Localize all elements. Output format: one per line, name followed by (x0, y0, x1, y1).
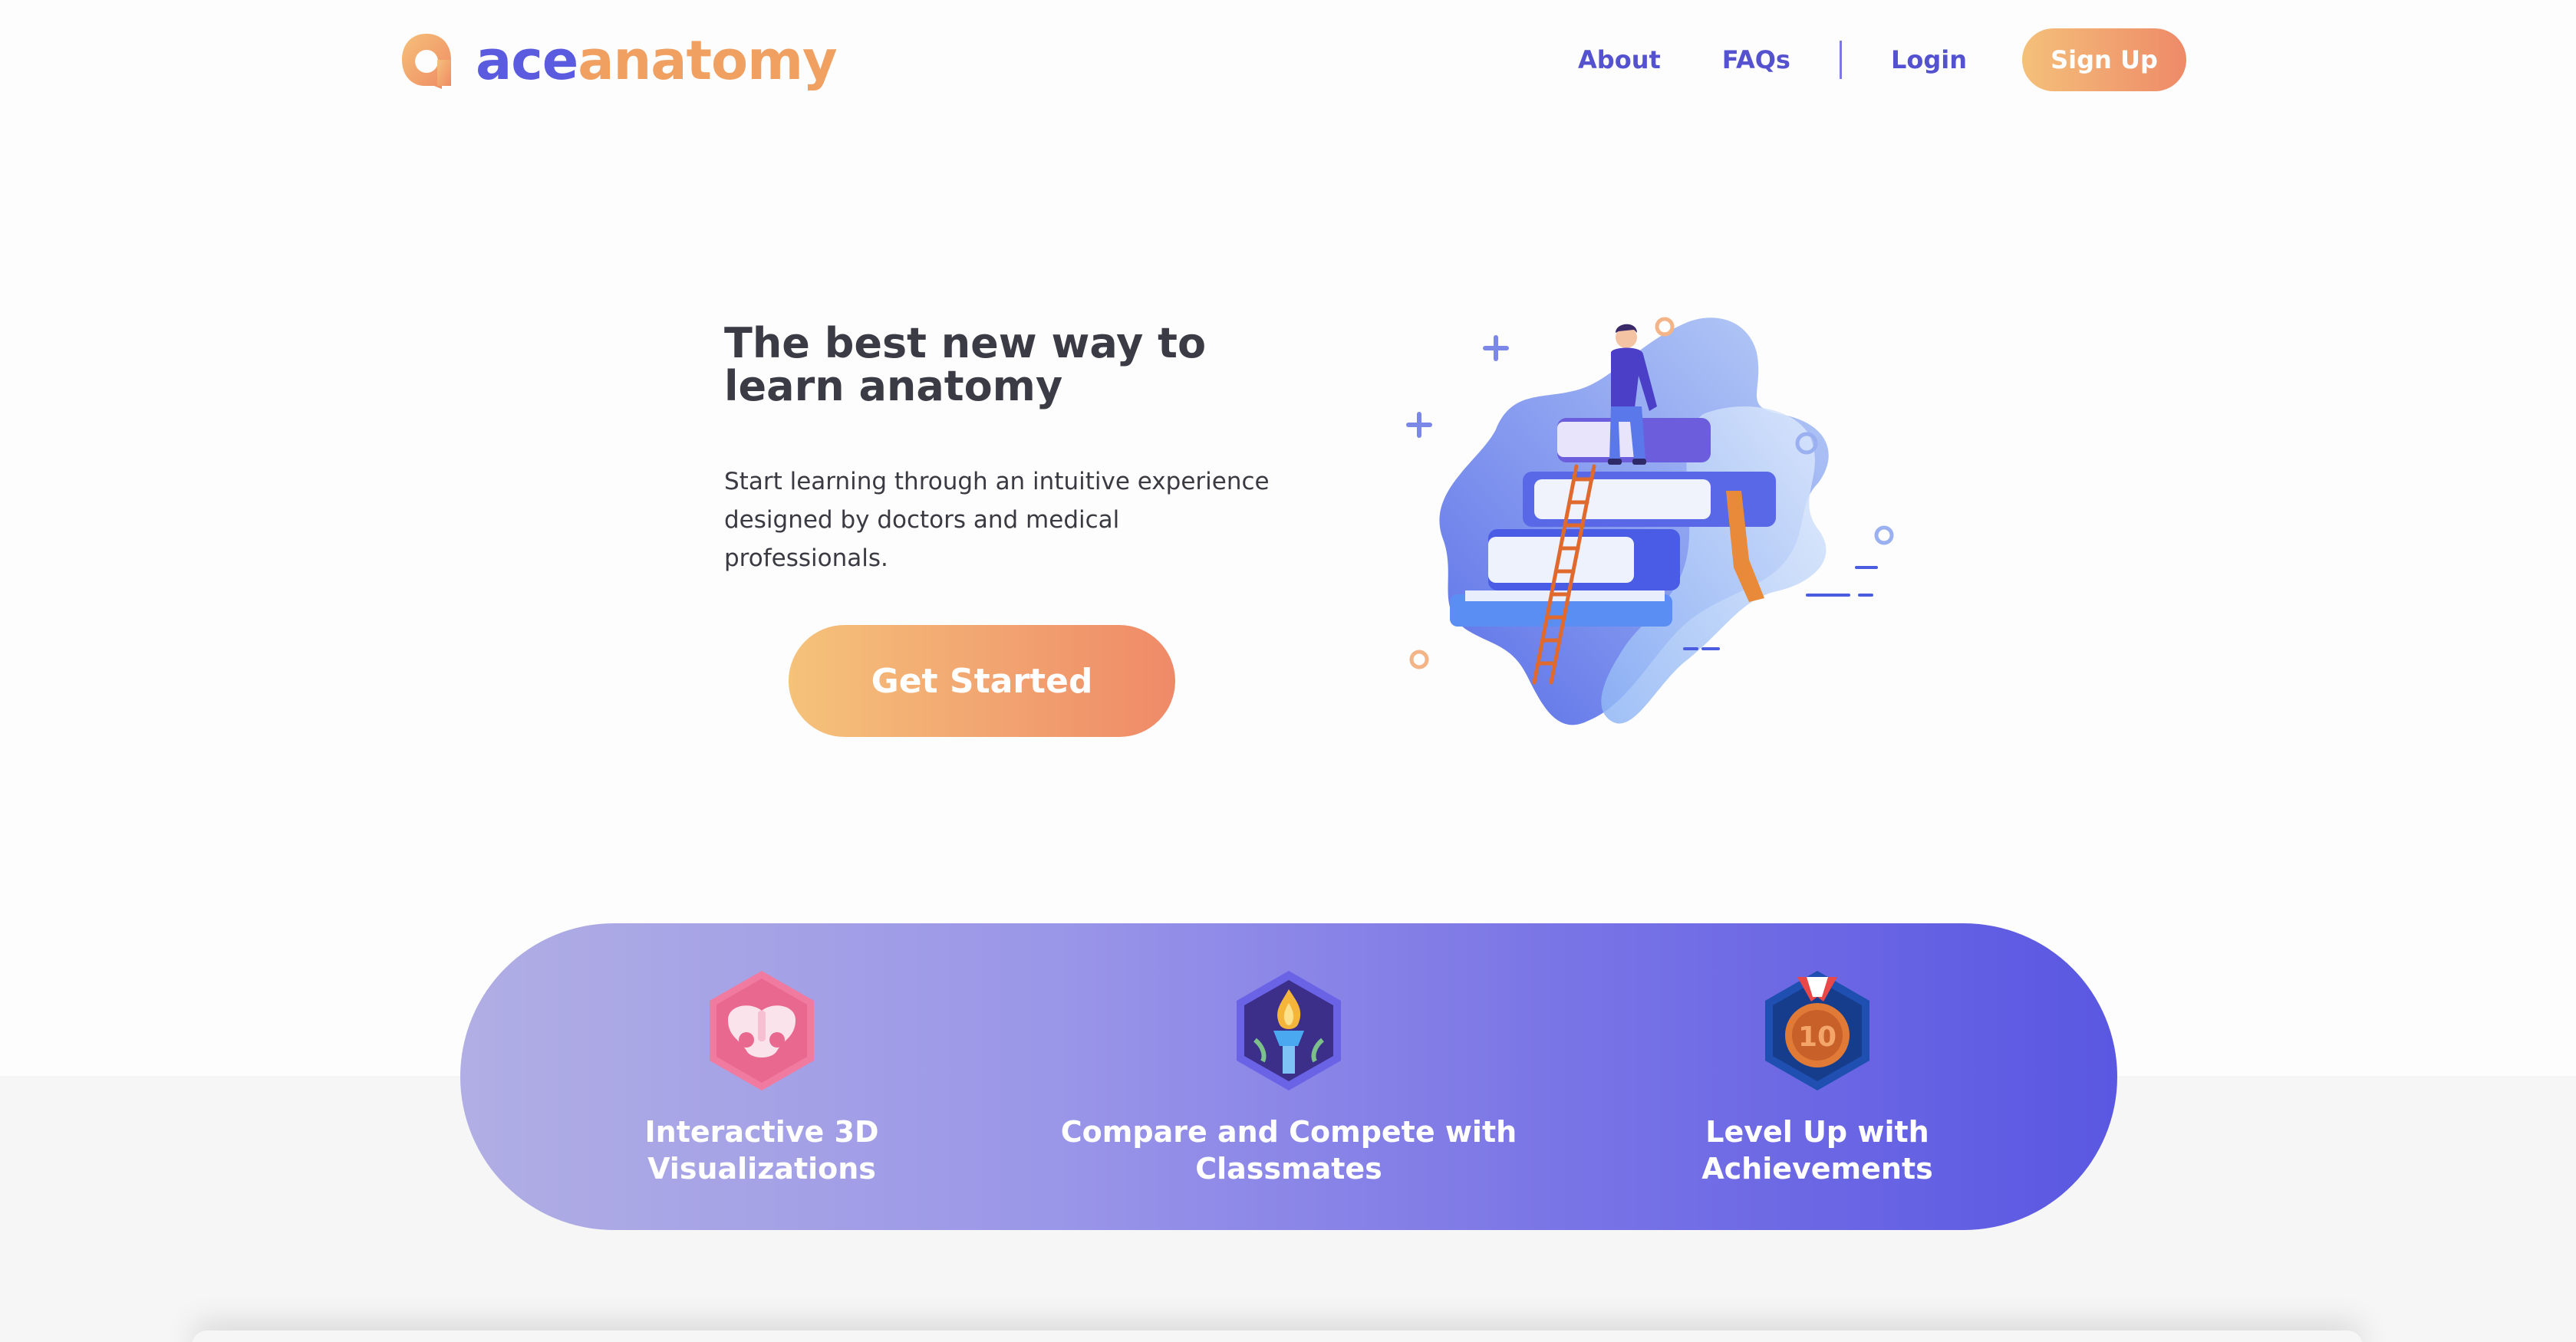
features-banner: Interactive 3D Visualizations Compare an… (460, 923, 2117, 1230)
medal-10-badge-icon: 10 (1765, 971, 1869, 1090)
nav-about-link[interactable]: About (1578, 45, 1661, 74)
torch-badge-icon (1237, 971, 1341, 1090)
nav-faqs-link[interactable]: FAQs (1722, 45, 1790, 74)
pelvis-bone-badge-icon (710, 971, 814, 1090)
hero-title: The best new way to learn anatomy (724, 319, 1207, 410)
person-sitting-on-book-stack-illustration (1406, 317, 1894, 725)
aceanatomy-logo-icon (402, 34, 451, 89)
get-started-button[interactable]: Get Started (789, 625, 1175, 737)
feature-label: Compare and Compete with Classmates (1060, 1115, 1517, 1186)
feature-item: 10 Level Up with Achievements (1587, 966, 2047, 1187)
top-navigation: About FAQs Login Sign Up (1578, 28, 2186, 91)
sign-up-button[interactable]: Sign Up (2022, 28, 2186, 91)
hero-description: Start learning through an intuitive expe… (724, 468, 1270, 572)
feature-item: Interactive 3D Visualizations (532, 966, 992, 1187)
brand-name-part2: anatomy (578, 29, 837, 92)
brand-wordmark: aceanatomy (476, 34, 838, 87)
feature-label: Level Up with Achievements (1701, 1115, 1933, 1186)
feature-label: Interactive 3D Visualizations (644, 1115, 879, 1186)
nav-divider (1839, 41, 1842, 79)
svg-text:10: 10 (1798, 1021, 1836, 1053)
page: aceanatomy About FAQs Login Sign Up The … (0, 0, 2576, 1342)
brand-logo[interactable]: aceanatomy (399, 31, 838, 90)
nav-login-link[interactable]: Login (1891, 45, 1967, 74)
feature-item: Compare and Compete with Classmates (1059, 966, 1519, 1187)
next-section-card-edge (192, 1330, 2363, 1342)
brand-name-part1: ace (476, 29, 578, 92)
